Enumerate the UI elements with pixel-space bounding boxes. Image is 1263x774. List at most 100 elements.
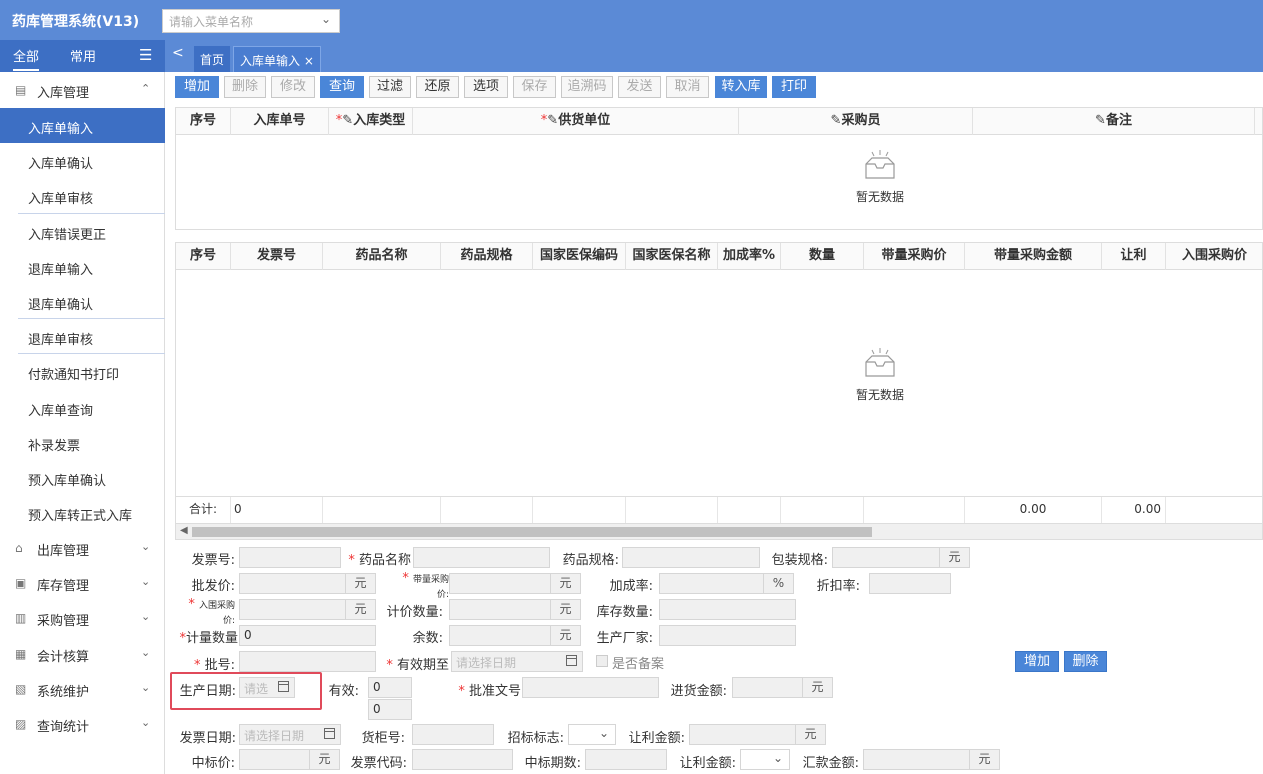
invoice-code-input[interactable] — [412, 749, 513, 770]
rebate-amount2-select[interactable]: ⌄ — [740, 749, 790, 770]
shelf-no-input[interactable] — [412, 724, 494, 745]
menu-toggle-icon[interactable]: ☰ — [139, 46, 152, 64]
valid-input-1[interactable]: 0 — [368, 677, 412, 698]
chevron-down-icon: ⌄ — [141, 646, 151, 659]
sidebar-tab-common[interactable]: 常用 — [70, 46, 96, 65]
calculator-icon: ▦ — [15, 647, 27, 661]
chevron-left-icon[interactable]: < — [172, 45, 184, 61]
price-qty-input[interactable]: 元 — [449, 599, 581, 620]
col-header-rebate: 让利 — [1102, 243, 1166, 270]
shortlist-price-label: * 入围采购 价: — [188, 597, 235, 626]
empty-state: 暂无数据 — [840, 150, 920, 205]
remainder-input[interactable]: 元 — [449, 625, 581, 646]
meas-qty-label: *计量数量 — [179, 631, 238, 646]
sidebar-item-return-input[interactable]: 退库单输入 — [0, 249, 165, 284]
transfer-inbound-button[interactable]: 转入库 — [715, 76, 767, 98]
invoice-date-input[interactable]: 请选择日期 — [239, 724, 341, 745]
tab-inbound-input[interactable]: 入库单输入 × — [233, 46, 321, 72]
query-button[interactable]: 查询 — [320, 76, 364, 98]
sum-row: 合计: 0 0.00 0.00 — [176, 496, 1262, 523]
modify-button[interactable]: 修改 — [271, 76, 315, 98]
expiry-label: * 有效期至 — [386, 658, 449, 673]
purchase-amount-input[interactable]: 元 — [732, 677, 833, 698]
batch-label: * 批号: — [193, 658, 235, 673]
menu-search-select[interactable]: 请输入菜单名称 ⌄ — [162, 9, 340, 33]
drug-spec-input[interactable] — [622, 547, 760, 568]
trace-code-button[interactable]: 追溯码 — [561, 76, 613, 98]
filed-checkbox[interactable] — [596, 655, 608, 667]
bid-period-input[interactable] — [585, 749, 667, 770]
stock-qty-input[interactable] — [659, 599, 796, 620]
sidebar-item-payment-print[interactable]: 付款通知书打印 — [0, 354, 165, 389]
sidebar-group-outbound[interactable]: ⌂ 出库管理 ⌄ — [0, 531, 165, 565]
form-delete-button[interactable]: 删除 — [1064, 651, 1107, 672]
sidebar-group-inbound[interactable]: ▤ 入库管理 ⌃ — [0, 73, 165, 107]
sidebar-tabs: 全部 常用 ☰ — [0, 40, 165, 72]
sidebar-group-system[interactable]: ▧ 系统维护 ⌄ — [0, 672, 165, 706]
sidebar-item-return-audit[interactable]: 退库单审核 — [0, 319, 165, 354]
rebate-amount-label: 让利金额: — [628, 731, 685, 746]
bid-flag-select[interactable]: ⌄ — [568, 724, 616, 745]
form-add-button[interactable]: 增加 — [1015, 651, 1059, 672]
send-button[interactable]: 发送 — [618, 76, 661, 98]
options-button[interactable]: 选项 — [464, 76, 508, 98]
rebate-amount-input[interactable]: 元 — [689, 724, 826, 745]
scroll-left-icon[interactable]: ◀ — [180, 525, 188, 536]
sidebar-item-inbound-confirm[interactable]: 入库单确认 — [0, 143, 165, 178]
sidebar-item-inbound-query[interactable]: 入库单查询 — [0, 390, 165, 425]
sidebar-item-inbound-input[interactable]: 入库单输入 — [0, 108, 165, 143]
sidebar-item-inbound-correct[interactable]: 入库错误更正 — [0, 214, 165, 249]
remit-amount-input[interactable]: 元 — [863, 749, 1000, 770]
empty-text: 暂无数据 — [855, 190, 904, 204]
col-header-order-no: 入库单号 — [231, 108, 329, 135]
vol-price-input[interactable]: 元 — [449, 573, 581, 594]
empty-box-icon — [865, 150, 895, 179]
drug-spec-label: 药品规格: — [562, 553, 619, 568]
manufacturer-input[interactable] — [659, 625, 796, 646]
approval-input[interactable] — [522, 677, 659, 698]
sidebar-item-return-confirm[interactable]: 退库单确认 — [0, 284, 165, 319]
valid-input-2[interactable]: 0 — [368, 699, 412, 720]
scrollbar-thumb[interactable] — [192, 527, 872, 537]
bid-price-input[interactable]: 元 — [239, 749, 340, 770]
pack-spec-input[interactable]: 元 — [832, 547, 970, 568]
sum-count: 0 — [231, 497, 323, 523]
chevron-down-icon: ⌄ — [141, 575, 151, 588]
tab-home[interactable]: 首页 — [194, 46, 231, 72]
invoice-no-input[interactable] — [239, 547, 341, 568]
col-header-vol-price: 带量采购价 — [864, 243, 965, 270]
sidebar-group-purchase[interactable]: ▥ 采购管理 ⌄ — [0, 601, 165, 635]
discount-input[interactable] — [869, 573, 951, 594]
shelf-no-label: 货柜号: — [361, 731, 405, 746]
filter-button[interactable]: 过滤 — [369, 76, 411, 98]
bid-flag-label: 招标标志: — [507, 731, 564, 746]
expiry-date-input[interactable]: 请选择日期 — [451, 651, 583, 672]
meas-qty-input[interactable]: 0 — [239, 625, 376, 646]
sidebar-item-invoice-supplement[interactable]: 补录发票 — [0, 425, 165, 460]
sidebar-item-pre-inbound-formal[interactable]: 预入库转正式入库 — [0, 495, 165, 530]
chevron-down-icon: ⌄ — [141, 610, 151, 623]
cancel-button[interactable]: 取消 — [666, 76, 709, 98]
chevron-down-icon: ⌄ — [141, 716, 151, 729]
sidebar: ▤ 入库管理 ⌃ 入库单输入 入库单确认 入库单审核 入库错误更正 退库单输入 … — [0, 72, 165, 774]
markup-input[interactable]: % — [659, 573, 794, 594]
restore-button[interactable]: 还原 — [416, 76, 459, 98]
sidebar-group-stock[interactable]: ▣ 库存管理 ⌄ — [0, 566, 165, 600]
wholesale-input[interactable]: 元 — [239, 573, 376, 594]
add-button[interactable]: 增加 — [175, 76, 219, 98]
horizontal-scrollbar[interactable]: ◀ — [176, 523, 1262, 539]
batch-input[interactable] — [239, 651, 376, 672]
sidebar-group-accounting[interactable]: ▦ 会计核算 ⌄ — [0, 637, 165, 671]
shortlist-price-input[interactable]: 元 — [239, 599, 376, 620]
sidebar-item-pre-inbound-confirm[interactable]: 预入库单确认 — [0, 460, 165, 495]
sidebar-tab-all[interactable]: 全部 — [13, 46, 40, 71]
close-icon[interactable]: × — [304, 54, 314, 68]
sidebar-group-statistics[interactable]: ▨ 查询统计 ⌄ — [0, 707, 165, 741]
save-button[interactable]: 保存 — [513, 76, 556, 98]
print-button[interactable]: 打印 — [772, 76, 816, 98]
delete-button[interactable]: 删除 — [224, 76, 266, 98]
sidebar-item-inbound-audit[interactable]: 入库单审核 — [0, 178, 165, 213]
col-header-quantity: 数量 — [781, 243, 864, 270]
drug-name-input[interactable] — [413, 547, 550, 568]
invoice-no-label: 发票号: — [191, 553, 235, 568]
